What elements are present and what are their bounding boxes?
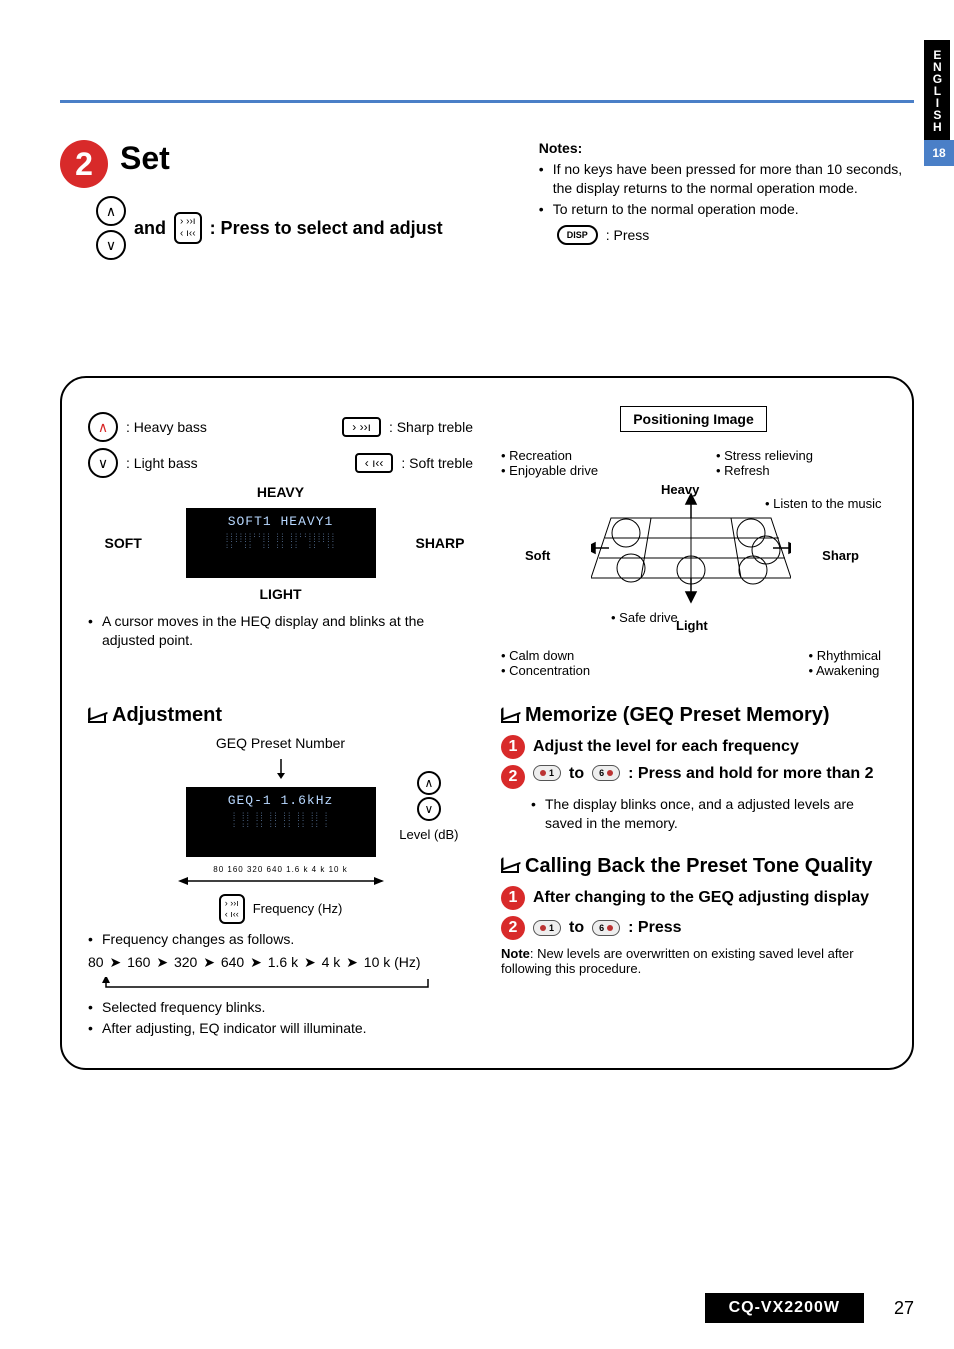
down-button-icon[interactable]: ∨ xyxy=(88,448,118,478)
adjustment-heading: Adjustment xyxy=(112,704,222,727)
checkbox-icon xyxy=(88,709,106,723)
pos-top-left: • Recreation • Enjoyable drive xyxy=(501,448,598,478)
geq-display: GEQ-1 1.6kHz : :: :: :: :: :: :: : : :: … xyxy=(186,787,376,857)
heq-panel: ∧ : Heavy bass › ››ı : Sharp treble ∨ : … xyxy=(60,376,914,1070)
checkbox-icon xyxy=(501,709,519,723)
sharp-axis-label: Sharp xyxy=(822,548,859,563)
note-label: Note xyxy=(501,946,530,961)
calling-back-heading: Calling Back the Preset Tone Quality xyxy=(525,855,873,878)
geq-display-text: GEQ-1 1.6kHz xyxy=(192,793,370,808)
soft-label: SOFT xyxy=(105,535,142,551)
up-button-icon[interactable]: ∧ xyxy=(96,196,126,226)
disp-button-icon[interactable]: DISP xyxy=(557,225,598,245)
step-2-badge: 2 xyxy=(501,765,525,789)
heq-display-text: SOFT1 HEAVY1 xyxy=(192,514,370,529)
sharp-label: SHARP xyxy=(415,535,464,551)
disp-press-label: : Press xyxy=(606,227,650,243)
to-label: to xyxy=(569,765,584,783)
prev-button-icon[interactable]: ‹ ı‹‹ xyxy=(355,453,394,473)
adjust-note: Selected frequency blinks. xyxy=(88,998,473,1017)
step-2-badge: 2 xyxy=(501,916,525,940)
section-page-chip: 18 xyxy=(924,140,954,166)
positioning-grid-icon xyxy=(591,488,791,608)
geq-preset-number-label: GEQ Preset Number xyxy=(88,735,473,751)
soft-axis-label: Soft xyxy=(525,548,550,563)
up-button-icon[interactable]: ∧ xyxy=(88,412,118,442)
step-1-badge: 1 xyxy=(501,735,525,759)
frequency-hz-label: Frequency (Hz) xyxy=(253,901,343,916)
top-divider xyxy=(60,100,914,103)
seek-button-pair-icon[interactable]: › ››ı‹ ı‹‹ xyxy=(174,212,202,244)
preset-6-button-icon[interactable]: 6 xyxy=(592,920,620,936)
press-and-hold-label: : Press and hold for more than 2 xyxy=(628,765,886,783)
level-db-label: Level (dB) xyxy=(399,827,458,842)
note-body: : New levels are overwritten on existing… xyxy=(501,946,854,976)
sharp-treble-label: : Sharp treble xyxy=(389,419,473,435)
step-1-badge: 1 xyxy=(501,886,525,910)
light-bass-label: : Light bass xyxy=(126,455,198,471)
page-number: 27 xyxy=(894,1298,914,1319)
note-item: If no keys have been pressed for more th… xyxy=(539,160,914,198)
down-button-icon[interactable]: ∨ xyxy=(417,797,441,821)
preset-6-button-icon[interactable]: 6 xyxy=(592,765,620,781)
notes-heading: Notes: xyxy=(539,140,914,156)
to-label: to xyxy=(569,919,584,937)
memorize-heading: Memorize (GEQ Preset Memory) xyxy=(525,704,830,727)
next-button-icon[interactable]: › ››ı xyxy=(342,417,381,437)
memorize-step1: Adjust the level for each frequency xyxy=(533,738,799,756)
heavy-label: HEAVY xyxy=(111,484,451,500)
soft-treble-label: : Soft treble xyxy=(401,455,473,471)
heq-display: SOFT1 HEAVY1 :::::::::: :: :::::::::: ::… xyxy=(186,508,376,578)
freq-ticks: 80 160 320 640 1.6 k 4 k 10 k xyxy=(151,865,411,874)
step-2-badge: 2 xyxy=(60,140,108,188)
preset-1-button-icon[interactable]: 1 xyxy=(533,920,561,936)
calling-back-step1: After changing to the GEQ adjusting disp… xyxy=(533,889,869,907)
cursor-note: A cursor moves in the HEQ display and bl… xyxy=(88,612,473,650)
and-label: and xyxy=(134,218,166,239)
loop-arrow-icon xyxy=(88,977,448,993)
heavy-bass-label: : Heavy bass xyxy=(126,419,207,435)
pos-bottom-center: • Safe drive xyxy=(611,610,678,625)
seek-button-pair-icon[interactable]: › ››ı‹ ı‹‹ xyxy=(219,894,245,924)
preset-1-button-icon[interactable]: 1 xyxy=(533,765,561,781)
down-button-icon[interactable]: ∨ xyxy=(96,230,126,260)
language-label: ENGLISH xyxy=(924,40,950,140)
pointer-down-icon xyxy=(176,759,386,779)
adjust-note: After adjusting, EQ indicator will illum… xyxy=(88,1019,473,1038)
language-tab: ENGLISH 18 xyxy=(924,40,954,166)
up-button-icon[interactable]: ∧ xyxy=(417,771,441,795)
positioning-image-title: Positioning Image xyxy=(620,406,767,432)
model-badge: CQ-VX2200W xyxy=(705,1293,864,1323)
pos-bottom-left: • Calm down • Concentration xyxy=(501,648,590,678)
pos-top-right: • Stress relieving • Refresh xyxy=(716,448,813,478)
press-select-adjust-label: : Press to select and adjust xyxy=(210,218,443,239)
checkbox-icon xyxy=(501,859,519,873)
light-axis-label: Light xyxy=(676,618,708,633)
step-2-title: Set xyxy=(120,140,170,177)
freq-axis-arrows-icon xyxy=(176,874,386,888)
note-item: To return to the normal operation mode. xyxy=(539,200,914,219)
freq-changes-label: Frequency changes as follows. xyxy=(88,930,473,949)
press-label: : Press xyxy=(628,919,681,937)
memorize-desc: The display blinks once, and a adjusted … xyxy=(531,795,886,833)
frequency-chain: 80 ➤ 160 ➤ 320 ➤ 640 ➤ 1.6 k ➤ 4 k ➤ 10 … xyxy=(88,954,473,971)
positioning-image-diagram: • Recreation • Enjoyable drive • Stress … xyxy=(501,448,881,678)
pos-bottom-right: • Rhythmical • Awakening xyxy=(809,648,881,678)
light-label: LIGHT xyxy=(111,586,451,602)
